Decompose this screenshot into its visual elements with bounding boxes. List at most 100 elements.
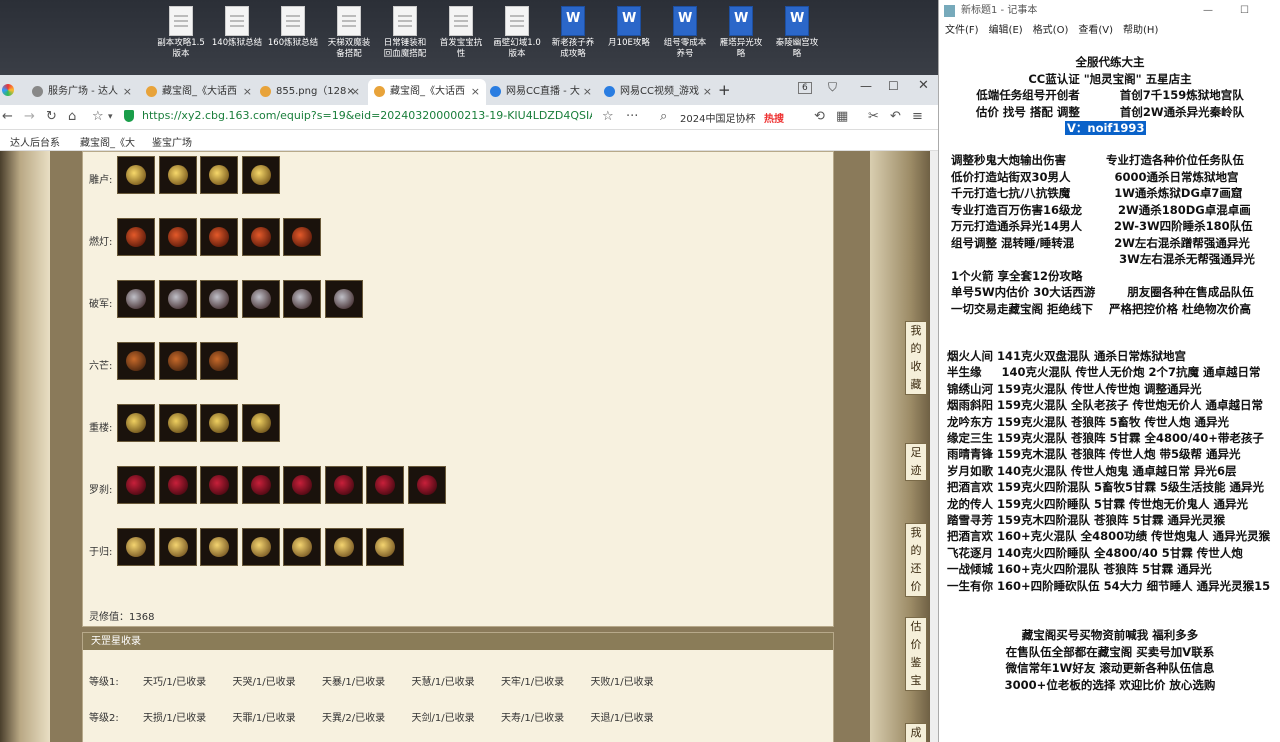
- equipment-item-icon[interactable]: [283, 218, 321, 256]
- equipment-item-icon[interactable]: [117, 466, 155, 504]
- equipment-item-icon[interactable]: [200, 280, 238, 318]
- equipment-item-icon[interactable]: [241, 156, 280, 194]
- menu-chevron-icon[interactable]: ▾: [108, 112, 113, 122]
- browser-logo-icon[interactable]: [2, 84, 14, 96]
- equipment-item-icon[interactable]: [324, 280, 363, 318]
- new-tab-button[interactable]: +: [718, 81, 731, 99]
- bookmark-item[interactable]: 达人后台系: [10, 134, 60, 149]
- back-icon[interactable]: ←: [2, 109, 13, 124]
- equipment-item-icon[interactable]: [324, 528, 363, 566]
- equipment-item-icon[interactable]: [283, 466, 321, 504]
- equipment-item-icon[interactable]: [117, 156, 155, 194]
- equipment-item-icon[interactable]: [158, 342, 197, 380]
- sync-icon[interactable]: ⟲: [814, 109, 825, 124]
- browser-tab[interactable]: 855.png（128× ×: [254, 79, 366, 105]
- url-input[interactable]: https://xy2.cbg.163.com/equip?s=19&eid=2…: [142, 109, 592, 122]
- tab-close-icon[interactable]: ×: [703, 79, 712, 105]
- equipment-item-icon[interactable]: [283, 280, 321, 318]
- apps-grid-icon[interactable]: ▦: [836, 109, 848, 124]
- desktop-file-icon[interactable]: 组号零成本 养号: [656, 4, 714, 60]
- equipment-item-icon[interactable]: [117, 218, 155, 256]
- maximize-icon[interactable]: ☐: [888, 79, 899, 93]
- equipment-item-icon[interactable]: [117, 404, 155, 442]
- notepad-menu-item[interactable]: 格式(O): [1033, 25, 1069, 36]
- side-nav-button[interactable]: 我的还价: [905, 523, 927, 597]
- browser-tab[interactable]: 网易CC视频_游戏 ×: [598, 79, 718, 105]
- home-icon[interactable]: ⌂: [68, 109, 76, 124]
- minimize-icon[interactable]: —: [860, 79, 872, 93]
- tab-close-icon[interactable]: ×: [123, 79, 132, 105]
- desktop-file-icon[interactable]: 雁塔异光攻 略: [712, 4, 770, 60]
- desktop-file-icon[interactable]: 首发宝宝抗 性: [432, 4, 490, 60]
- desktop-file-icon[interactable]: 秦陵幽宫攻 略: [768, 4, 826, 60]
- browser-tab[interactable]: 服务广场 - 达人 ×: [26, 79, 138, 105]
- equipment-item-icon[interactable]: [200, 218, 238, 256]
- tab-close-icon[interactable]: ×: [351, 79, 360, 105]
- search-icon[interactable]: ⌕: [660, 109, 667, 124]
- notepad-menu-item[interactable]: 编辑(E): [989, 25, 1023, 36]
- cut-icon[interactable]: ✂: [868, 109, 879, 124]
- notepad-menu-item[interactable]: 查看(V): [1078, 25, 1113, 36]
- equipment-item-icon[interactable]: [200, 342, 238, 380]
- favorite-icon[interactable]: ☆: [92, 109, 104, 124]
- side-nav-button[interactable]: 成: [905, 723, 927, 742]
- browser-tab[interactable]: 藏宝阁_《大话西 ×: [368, 79, 486, 105]
- equipment-item-icon[interactable]: [158, 156, 197, 194]
- notepad-menu-item[interactable]: 帮助(H): [1123, 25, 1158, 36]
- more-icon[interactable]: ···: [626, 109, 638, 124]
- selected-contact-text[interactable]: V：noif1993: [1065, 121, 1147, 135]
- bookmark-item[interactable]: 鉴宝广场: [152, 134, 192, 149]
- equipment-item-icon[interactable]: [200, 466, 238, 504]
- desktop-file-icon[interactable]: 160炼狱总结: [264, 4, 322, 49]
- reload-icon[interactable]: ↻: [46, 109, 57, 124]
- side-nav-button[interactable]: 估价鉴宝: [905, 617, 927, 691]
- desktop-file-icon[interactable]: 天梯双魔装 备搭配: [320, 4, 378, 60]
- equipment-item-icon[interactable]: [158, 528, 197, 566]
- desktop-file-icon[interactable]: 副本攻略1.5 版本: [152, 4, 210, 60]
- desktop-file-icon[interactable]: 140炼狱总结: [208, 4, 266, 49]
- equipment-item-icon[interactable]: [324, 466, 363, 504]
- equipment-item-icon[interactable]: [200, 404, 238, 442]
- equipment-item-icon[interactable]: [200, 156, 238, 194]
- notepad-menu-item[interactable]: 文件(F): [945, 25, 979, 36]
- tab-count-badge[interactable]: 6: [798, 82, 812, 94]
- equipment-item-icon[interactable]: [158, 404, 197, 442]
- equipment-item-icon[interactable]: [241, 466, 280, 504]
- equipment-item-icon[interactable]: [366, 466, 404, 504]
- browser-tab[interactable]: 网易CC直播 - 大 ×: [484, 79, 598, 105]
- tab-close-icon[interactable]: ×: [471, 79, 480, 105]
- undo-icon[interactable]: ↶: [890, 109, 901, 124]
- equipment-item-icon[interactable]: [158, 466, 197, 504]
- notepad-minimize-icon[interactable]: —: [1203, 0, 1213, 22]
- search-input[interactable]: 2024中国足协杯: [680, 110, 755, 125]
- pin-icon[interactable]: ⛉: [828, 80, 837, 95]
- equipment-item-icon[interactable]: [241, 404, 280, 442]
- side-nav-button[interactable]: 我的收藏: [905, 321, 927, 395]
- side-nav-button[interactable]: 足迹: [905, 443, 927, 481]
- desktop-file-icon[interactable]: 日常锤装和 回血魔搭配: [376, 4, 434, 60]
- equipment-item-icon[interactable]: [117, 342, 155, 380]
- desktop-file-icon[interactable]: 月10E攻略: [600, 4, 658, 49]
- hamburger-menu-icon[interactable]: ≡: [912, 109, 923, 124]
- tab-close-icon[interactable]: ×: [583, 79, 592, 105]
- equipment-item-icon[interactable]: [283, 528, 321, 566]
- forward-icon[interactable]: →: [24, 109, 35, 124]
- close-icon[interactable]: ✕: [918, 78, 929, 93]
- equipment-item-icon[interactable]: [158, 280, 197, 318]
- notepad-maximize-icon[interactable]: ☐: [1240, 0, 1249, 22]
- tab-close-icon[interactable]: ×: [243, 79, 252, 105]
- browser-tab[interactable]: 藏宝阁_《大话西 ×: [140, 79, 258, 105]
- equipment-item-icon[interactable]: [117, 528, 155, 566]
- scrollbar[interactable]: [930, 151, 938, 742]
- equipment-item-icon[interactable]: [200, 528, 238, 566]
- equipment-item-icon[interactable]: [407, 466, 446, 504]
- desktop-file-icon[interactable]: 新老孩子养 成攻略: [544, 4, 602, 60]
- bookmark-item[interactable]: 藏宝阁_《大: [80, 134, 135, 149]
- equipment-item-icon[interactable]: [241, 280, 280, 318]
- bookmark-star-icon[interactable]: ☆: [602, 109, 614, 124]
- equipment-item-icon[interactable]: [241, 528, 280, 566]
- equipment-item-icon[interactable]: [158, 218, 197, 256]
- hot-search-badge[interactable]: 热搜: [764, 110, 784, 125]
- desktop-file-icon[interactable]: 画壁幻域1.0 版本: [488, 4, 546, 60]
- equipment-item-icon[interactable]: [366, 528, 404, 566]
